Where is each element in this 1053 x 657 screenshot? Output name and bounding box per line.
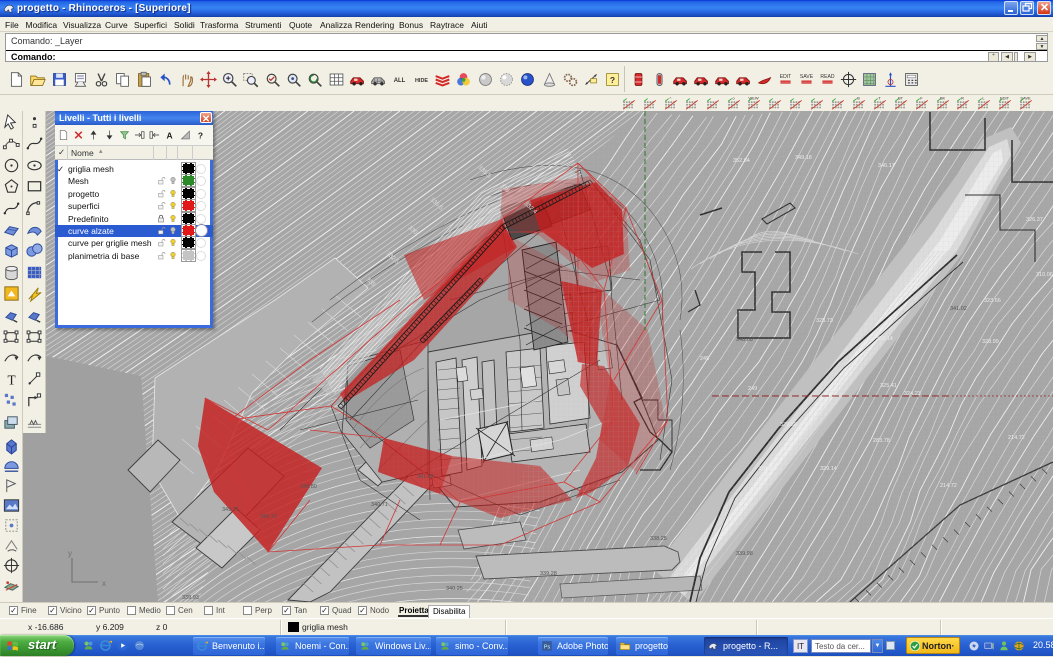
svg-text:HIDE: HIDE	[415, 78, 428, 84]
svg-text:325.41: 325.41	[880, 383, 897, 389]
svg-text:349.71: 349.71	[260, 514, 277, 520]
svg-text:323.66: 323.66	[984, 298, 1001, 304]
svg-text:BK: BK	[939, 95, 945, 100]
svg-text:SAVE: SAVE	[800, 74, 814, 80]
svg-text:339.93: 339.93	[182, 595, 199, 601]
svg-text:F: F	[920, 95, 923, 100]
svg-text:346.17: 346.17	[878, 163, 895, 169]
svg-text:324.23: 324.23	[904, 391, 921, 397]
svg-text:B: B	[857, 95, 860, 100]
svg-text:245: 245	[700, 356, 709, 362]
svg-text:338.25: 338.25	[650, 536, 667, 542]
svg-text:352.04: 352.04	[733, 158, 750, 164]
svg-text:R: R	[961, 95, 964, 100]
svg-text:o: o	[732, 95, 735, 100]
svg-text:READ: READ	[820, 74, 834, 80]
svg-text:283.78: 283.78	[873, 438, 890, 444]
svg-text:214.72: 214.72	[1008, 435, 1025, 441]
svg-text:326.37: 326.37	[1026, 217, 1043, 223]
svg-text:310.06: 310.06	[1036, 272, 1053, 278]
svg-text:329.38: 329.38	[780, 422, 797, 428]
svg-text:341.02: 341.02	[950, 306, 967, 312]
svg-text:328.99: 328.99	[982, 339, 999, 345]
svg-text:329.14: 329.14	[820, 466, 837, 472]
svg-text:214.72: 214.72	[940, 483, 957, 489]
svg-text:BT: BT	[898, 95, 904, 100]
svg-text:T: T	[878, 95, 881, 100]
svg-text:328.73: 328.73	[816, 318, 833, 324]
svg-text:ALL: ALL	[394, 78, 406, 84]
svg-text:^: ^	[669, 95, 671, 100]
svg-text:x: x	[102, 579, 106, 588]
svg-text:L: L	[983, 95, 986, 100]
svg-text:EDIT: EDIT	[780, 74, 792, 80]
svg-text:328.20: 328.20	[758, 466, 775, 472]
svg-text:Ps: Ps	[544, 644, 551, 650]
svg-text:?: ?	[198, 130, 203, 140]
svg-text:349.18: 349.18	[795, 155, 812, 161]
svg-text:329.14: 329.14	[876, 336, 893, 342]
svg-text:348.80: 348.80	[300, 484, 317, 490]
svg-text:A: A	[167, 130, 173, 140]
svg-text:341.02: 341.02	[417, 474, 434, 480]
svg-text:T: T	[7, 372, 15, 387]
svg-text:340.25: 340.25	[446, 586, 463, 592]
svg-text:y: y	[68, 549, 72, 558]
svg-text:?: ?	[610, 75, 615, 85]
svg-text:339.28: 339.28	[540, 571, 557, 577]
svg-text:348.80: 348.80	[736, 337, 753, 343]
svg-text:349.71: 349.71	[222, 507, 239, 513]
svg-text:249: 249	[748, 386, 757, 392]
svg-text:340.71: 340.71	[371, 502, 388, 508]
svg-text:339.98: 339.98	[736, 551, 753, 557]
